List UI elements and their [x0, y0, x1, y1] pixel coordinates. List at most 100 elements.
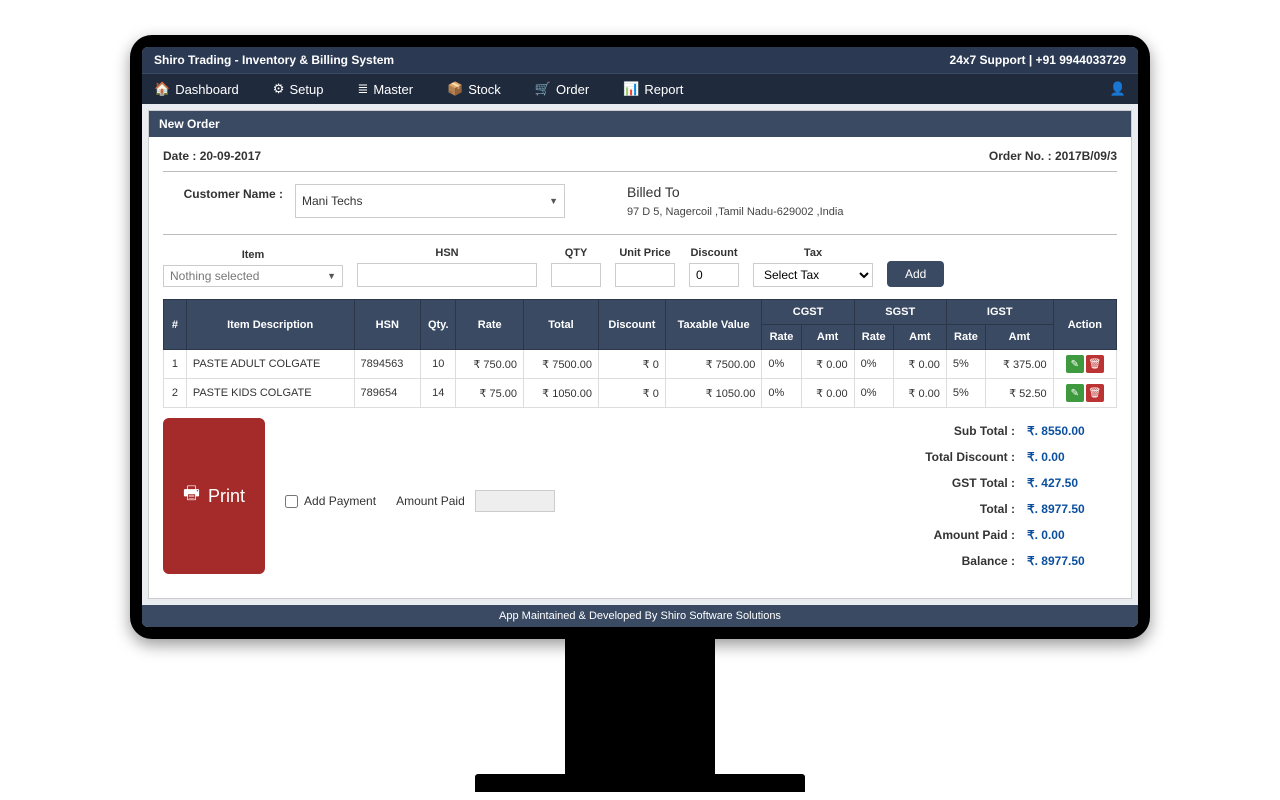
nav-user[interactable]: 👤 [1108, 78, 1128, 100]
cell-num: 1 [164, 350, 187, 379]
title-bar: Shiro Trading - Inventory & Billing Syst… [142, 47, 1138, 73]
subtotal-value: ₹. 8550.00 [1027, 424, 1117, 438]
gear-icon: ⚙ [273, 81, 285, 97]
cell-desc: PASTE ADULT COLGATE [186, 350, 354, 379]
order-date: Date : 20-09-2017 [163, 149, 261, 163]
col-sgst: SGST [854, 300, 946, 325]
paid-label: Amount Paid : [847, 528, 1027, 542]
print-button[interactable]: 🖶 Print [163, 418, 265, 574]
col-desc: Item Description [186, 300, 354, 350]
entry-item-label: Item [163, 249, 343, 261]
nav-stock-label: Stock [468, 82, 501, 97]
entry-hsn-label: HSN [357, 247, 537, 259]
cell-taxable: ₹ 7500.00 [665, 350, 762, 379]
cell-desc: PASTE KIDS COLGATE [186, 379, 354, 408]
main-nav: 🏠Dashboard ⚙Setup ≣Master 📦Stock 🛒Order … [142, 73, 1138, 104]
line-entry-row: Item Nothing selected ▼ HSN QTY [163, 235, 1117, 297]
app-screen: Shiro Trading - Inventory & Billing Syst… [142, 47, 1138, 627]
cell-cgst-rate: 0% [762, 350, 801, 379]
cell-disc: ₹ 0 [598, 350, 665, 379]
col-sgst-amt: Amt [893, 325, 946, 350]
nav-order[interactable]: 🛒Order [533, 78, 591, 100]
col-igst-rate: Rate [946, 325, 985, 350]
unit-price-input[interactable] [615, 263, 675, 287]
cell-qty: 14 [421, 379, 456, 408]
col-qty: Qty. [421, 300, 456, 350]
customer-select[interactable]: Mani Techs ▼ [295, 184, 565, 218]
discount-total-value: ₹. 0.00 [1027, 450, 1117, 464]
col-igst-amt: Amt [986, 325, 1054, 350]
item-select[interactable]: Nothing selected ▼ [163, 265, 343, 287]
totals-block: Sub Total :₹. 8550.00 Total Discount :₹.… [847, 418, 1117, 574]
discount-total-label: Total Discount : [847, 450, 1027, 464]
content-panel: New Order Date : 20-09-2017 Order No. : … [148, 110, 1132, 599]
cell-hsn: 7894563 [354, 350, 421, 379]
edit-row-button[interactable]: ✎ [1066, 355, 1084, 373]
cell-total: ₹ 1050.00 [524, 379, 599, 408]
nav-report[interactable]: 📊 Report [621, 78, 685, 100]
table-row: 2PASTE KIDS COLGATE78965414₹ 75.00₹ 1050… [164, 379, 1117, 408]
edit-row-button[interactable]: ✎ [1066, 384, 1084, 402]
cell-hsn: 789654 [354, 379, 421, 408]
cell-rate: ₹ 750.00 [456, 350, 524, 379]
col-cgst: CGST [762, 300, 854, 325]
cell-total: ₹ 7500.00 [524, 350, 599, 379]
col-cgst-rate: Rate [762, 325, 801, 350]
print-icon: 🖶 [183, 481, 200, 511]
chevron-down-icon: ▼ [327, 271, 336, 281]
paid-value: ₹. 0.00 [1027, 528, 1117, 542]
amount-paid-input[interactable] [475, 490, 555, 512]
balance-value: ₹. 8977.50 [1027, 554, 1117, 568]
add-line-button[interactable]: Add [887, 261, 944, 287]
cell-cgst-amt: ₹ 0.00 [801, 379, 854, 408]
cell-action: ✎🗑 [1053, 350, 1116, 379]
nav-order-label: Order [556, 82, 589, 97]
box-icon: 📦 [447, 81, 463, 97]
nav-report-label: Report [644, 82, 683, 97]
database-icon: ≣ [357, 81, 368, 97]
grand-total-label: Total : [847, 502, 1027, 516]
billed-to-heading: Billed To [627, 184, 843, 200]
cell-rate: ₹ 75.00 [456, 379, 524, 408]
gst-total-value: ₹. 427.50 [1027, 476, 1117, 490]
nav-setup[interactable]: ⚙Setup [271, 78, 326, 100]
nav-dashboard[interactable]: 🏠Dashboard [152, 78, 241, 100]
delete-row-button[interactable]: 🗑 [1086, 355, 1104, 373]
app-title: Shiro Trading - Inventory & Billing Syst… [154, 53, 394, 67]
entry-qty-label: QTY [551, 247, 601, 259]
add-payment-checkbox[interactable] [285, 495, 298, 508]
cell-cgst-amt: ₹ 0.00 [801, 350, 854, 379]
cell-igst-amt: ₹ 375.00 [986, 350, 1054, 379]
discount-input[interactable] [689, 263, 739, 287]
chart-icon: 📊 [623, 81, 639, 97]
qty-input[interactable] [551, 263, 601, 287]
col-sgst-rate: Rate [854, 325, 893, 350]
dashboard-icon: 🏠 [154, 81, 170, 97]
cell-sgst-rate: 0% [854, 350, 893, 379]
cell-num: 2 [164, 379, 187, 408]
tax-select[interactable]: Select Tax [753, 263, 873, 287]
grand-total-value: ₹. 8977.50 [1027, 502, 1117, 516]
col-igst: IGST [946, 300, 1053, 325]
print-button-label: Print [208, 486, 245, 507]
col-total: Total [524, 300, 599, 350]
col-rate: Rate [456, 300, 524, 350]
nav-stock[interactable]: 📦 Stock [445, 78, 503, 100]
col-num: # [164, 300, 187, 350]
footer-text: App Maintained & Developed By Shiro Soft… [142, 605, 1138, 627]
cell-igst-amt: ₹ 52.50 [986, 379, 1054, 408]
nav-master-label: Master [373, 82, 413, 97]
col-taxable: Taxable Value [665, 300, 762, 350]
customer-selected: Mani Techs [302, 194, 362, 208]
billed-to-block: Billed To 97 D 5, Nagercoil ,Tamil Nadu-… [627, 184, 843, 218]
hsn-input[interactable] [357, 263, 537, 287]
delete-row-button[interactable]: 🗑 [1086, 384, 1104, 402]
gst-total-label: GST Total : [847, 476, 1027, 490]
cell-taxable: ₹ 1050.00 [665, 379, 762, 408]
billed-to-address: 97 D 5, Nagercoil ,Tamil Nadu-629002 ,In… [627, 206, 843, 218]
col-discount: Discount [598, 300, 665, 350]
nav-master[interactable]: ≣ Master [355, 78, 415, 100]
amount-paid-label: Amount Paid [396, 494, 465, 508]
col-action: Action [1053, 300, 1116, 350]
cell-igst-rate: 5% [946, 379, 985, 408]
